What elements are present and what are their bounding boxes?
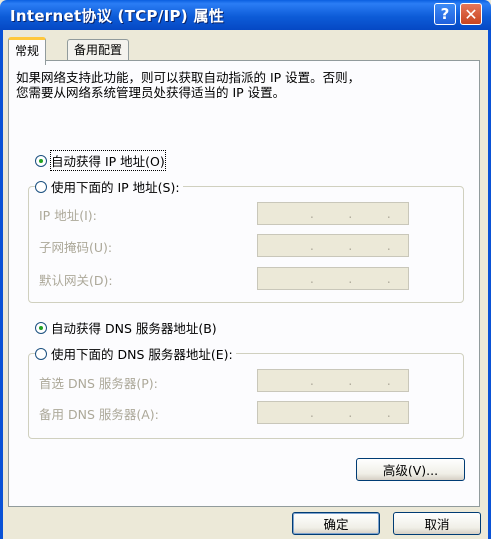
dns-group-box [28, 353, 464, 439]
tab-general[interactable]: 常规 [8, 37, 47, 65]
ip-dot: . [386, 206, 391, 221]
radio-manual-ip[interactable]: 使用下面的 IP 地址(S): [35, 177, 183, 196]
ip-dot: . [309, 373, 314, 388]
ip-dot: . [386, 238, 391, 253]
ip-dot: . [348, 405, 353, 420]
default-gateway-field[interactable]: ... [257, 267, 409, 290]
radio-unselected-icon[interactable] [35, 347, 47, 360]
radio-unselected-icon[interactable] [35, 180, 47, 193]
close-icon[interactable]: ✕ [460, 3, 482, 25]
ip-dot: . [309, 206, 314, 221]
ip-address-field[interactable]: ... [257, 202, 409, 225]
preferred-dns-field[interactable]: ... [257, 369, 409, 392]
radio-selected-icon[interactable] [35, 154, 47, 167]
ip-dot: . [309, 238, 314, 253]
ok-button[interactable]: 确定 [292, 512, 380, 535]
ip-dot: . [348, 206, 353, 221]
ip-dot: . [348, 271, 353, 286]
title-bar[interactable]: Internet协议 (TCP/IP) 属性 ? ✕ [0, 0, 491, 30]
subnet-mask-field[interactable]: ... [257, 234, 409, 257]
preferred-dns-label: 首选 DNS 服务器(P): [39, 376, 158, 391]
description-text: 如果网络支持此功能，则可以获取自动指派的 IP 设置。否则， 您需要从网络系统管… [16, 70, 476, 100]
radio-manual-ip-label: 使用下面的 IP 地址(S): [51, 180, 180, 195]
description-line: 如果网络支持此功能，则可以获取自动指派的 IP 设置。否则， [16, 70, 361, 85]
radio-manual-dns[interactable]: 使用下面的 DNS 服务器地址(E): [35, 344, 236, 363]
radio-auto-ip-label: 自动获得 IP 地址(O) [50, 150, 166, 171]
window-border-left [0, 30, 3, 539]
radio-selected-icon[interactable] [35, 321, 47, 334]
cancel-button[interactable]: 取消 [393, 512, 481, 535]
advanced-button[interactable]: 高级(V)... [356, 458, 465, 481]
radio-auto-dns[interactable]: 自动获得 DNS 服务器地址(B) [35, 318, 220, 337]
radio-manual-dns-label: 使用下面的 DNS 服务器地址(E): [51, 347, 233, 362]
ip-dot: . [386, 405, 391, 420]
ip-dot: . [348, 238, 353, 253]
ip-dot: . [348, 373, 353, 388]
alternate-dns-field[interactable]: ... [257, 401, 409, 424]
tab-alternate-config[interactable]: 备用配置 [67, 39, 130, 61]
help-icon[interactable]: ? [434, 3, 456, 25]
window-title: Internet协议 (TCP/IP) 属性 [10, 7, 225, 25]
radio-auto-ip[interactable]: 自动获得 IP 地址(O) [35, 150, 168, 171]
default-gateway-label: 默认网关(D): [39, 273, 113, 288]
description-line: 您需要从网络系统管理员处获得适当的 IP 设置。 [16, 85, 286, 100]
ip-dot: . [386, 271, 391, 286]
subnet-mask-label: 子网掩码(U): [39, 240, 113, 255]
ip-dot: . [309, 271, 314, 286]
ip-address-label: IP 地址(I): [39, 208, 97, 223]
ip-dot: . [386, 373, 391, 388]
alternate-dns-label: 备用 DNS 服务器(A): [39, 407, 159, 422]
ip-dot: . [309, 405, 314, 420]
radio-auto-dns-label: 自动获得 DNS 服务器地址(B) [51, 321, 217, 336]
